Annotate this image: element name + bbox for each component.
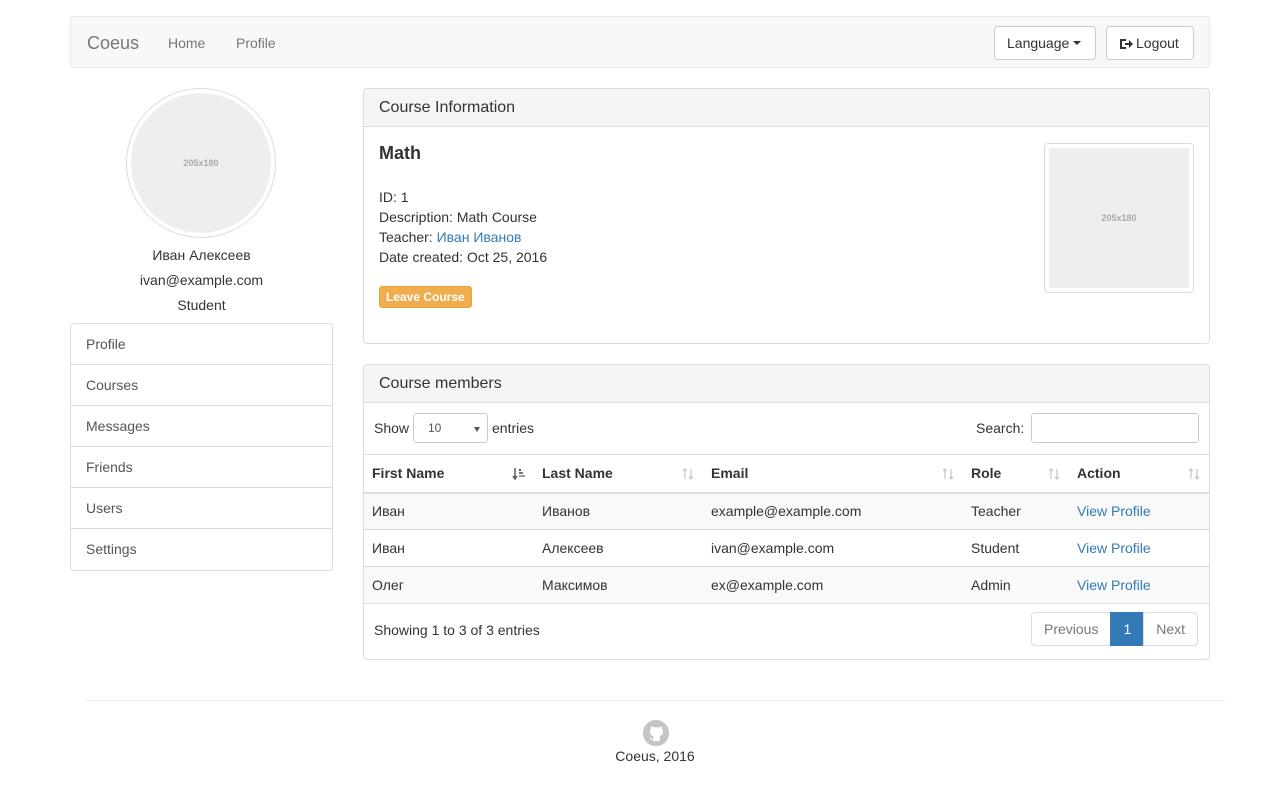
logout-button[interactable]: Logout	[1106, 26, 1194, 60]
course-id-value: 1	[400, 189, 409, 205]
user-role: Student	[177, 297, 226, 313]
view-profile-link[interactable]: View Profile	[1077, 540, 1151, 556]
column-header-label: Role	[971, 465, 1002, 482]
sidebar-menu: Profile Courses Messages Friends Users S…	[70, 323, 333, 571]
footer-divider	[85, 700, 1225, 701]
cell-action: View Profile	[1069, 529, 1209, 567]
table-info-text: Showing 1 to 3 of 3 entries	[374, 622, 540, 638]
sort-both-icon	[681, 467, 694, 481]
nav-home-link[interactable]: Home	[168, 35, 205, 51]
sort-both-icon	[941, 467, 954, 481]
avatar-placeholder: 205x180	[131, 93, 271, 233]
caret-down-icon	[1073, 41, 1082, 45]
logout-label: Logout	[1136, 35, 1179, 51]
course-date-value: Oct 25, 2016	[466, 249, 548, 265]
language-dropdown-button[interactable]: Language	[994, 26, 1096, 60]
page-length-select[interactable]: 10	[413, 413, 488, 443]
view-profile-link[interactable]: View Profile	[1077, 577, 1151, 593]
column-header-last-name[interactable]: Last Name	[534, 454, 703, 494]
members-table: First Name Last Name Email Role Action И…	[364, 454, 1209, 604]
pagination: Previous 1 Next	[1031, 612, 1199, 646]
course-teacher-line: Teacher: Иван Иванов	[379, 229, 521, 245]
cell-last-name: Иванов	[534, 492, 703, 530]
sort-both-icon	[1047, 467, 1060, 481]
cell-email: ivan@example.com	[703, 529, 963, 567]
language-label: Language	[1007, 35, 1070, 51]
github-icon[interactable]	[643, 720, 669, 746]
brand-link[interactable]: Coeus	[87, 33, 139, 54]
table-row: Иван Иванов example@example.com Teacher …	[364, 492, 1209, 530]
cell-first-name: Иван	[364, 492, 534, 530]
course-title: Math	[379, 143, 421, 163]
course-image: 205x180	[1044, 143, 1194, 293]
cell-role: Student	[963, 529, 1069, 567]
next-page-button[interactable]: Next	[1143, 612, 1199, 646]
table-header-row: First Name Last Name Email Role Action	[364, 454, 1209, 494]
search-input[interactable]	[1031, 413, 1199, 443]
sort-both-icon	[1187, 467, 1200, 481]
show-label: Show	[374, 420, 410, 436]
table-row: Иван Алексеев ivan@example.com Student V…	[364, 529, 1209, 567]
cell-role: Teacher	[963, 492, 1069, 530]
cell-role: Admin	[963, 566, 1069, 604]
column-header-action[interactable]: Action	[1069, 454, 1209, 494]
search-label: Search:	[976, 420, 1025, 436]
course-info-panel: Course Information Math ID: 1 Descriptio…	[363, 88, 1210, 344]
sidebar-item-friends[interactable]: Friends	[71, 447, 332, 488]
cell-last-name: Алексеев	[534, 529, 703, 567]
column-header-email[interactable]: Email	[703, 454, 963, 494]
sort-ascending-icon	[512, 467, 525, 481]
cell-last-name: Максимов	[534, 566, 703, 604]
course-image-placeholder: 205x180	[1049, 148, 1189, 288]
course-members-panel: Course members Show 10 entries Search: F…	[363, 364, 1210, 660]
user-name: Иван Алексеев	[152, 247, 251, 263]
cell-action: View Profile	[1069, 492, 1209, 530]
sidebar-item-profile[interactable]: Profile	[71, 324, 332, 365]
course-description-value: Math Course	[456, 209, 537, 225]
user-email: ivan@example.com	[139, 272, 264, 288]
page-1-button[interactable]: 1	[1110, 612, 1145, 646]
nav-profile-link[interactable]: Profile	[236, 35, 276, 51]
view-profile-link[interactable]: View Profile	[1077, 503, 1151, 519]
course-info-heading: Course Information	[364, 89, 1209, 127]
previous-page-button[interactable]: Previous	[1031, 612, 1112, 646]
sidebar-item-users[interactable]: Users	[71, 488, 332, 529]
select-arrow-icon	[474, 427, 480, 432]
course-teacher-label: Teacher:	[379, 229, 433, 245]
course-members-heading: Course members	[364, 365, 1209, 403]
avatar: 205x180	[126, 88, 276, 238]
cell-email: example@example.com	[703, 492, 963, 530]
table-row: Олег Максимов ex@example.com Admin View …	[364, 566, 1209, 604]
course-date-label: Date created:	[379, 249, 464, 265]
logout-icon	[1119, 37, 1133, 49]
column-header-label: First Name	[372, 465, 445, 482]
course-description-line: Description: Math Course	[379, 209, 537, 225]
course-id-line: ID: 1	[379, 189, 409, 205]
footer-text: Coeus, 2016	[615, 748, 695, 764]
top-navbar: Coeus Home Profile Language Logout	[70, 16, 1210, 68]
sidebar-item-settings[interactable]: Settings	[71, 529, 332, 570]
course-id-label: ID:	[379, 189, 397, 205]
teacher-link[interactable]: Иван Иванов	[437, 229, 522, 245]
cell-first-name: Иван	[364, 529, 534, 567]
sidebar-item-messages[interactable]: Messages	[71, 406, 332, 447]
page-length-value: 10	[428, 421, 442, 435]
column-header-role[interactable]: Role	[963, 454, 1069, 494]
leave-course-button[interactable]: Leave Course	[379, 286, 472, 308]
sidebar-item-courses[interactable]: Courses	[71, 365, 332, 406]
course-description-label: Description:	[379, 209, 453, 225]
course-date-line: Date created: Oct 25, 2016	[379, 249, 547, 265]
column-header-label: Action	[1077, 465, 1121, 482]
column-header-label: Email	[711, 465, 749, 482]
cell-action: View Profile	[1069, 566, 1209, 604]
cell-email: ex@example.com	[703, 566, 963, 604]
column-header-label: Last Name	[542, 465, 613, 482]
cell-first-name: Олег	[364, 566, 534, 604]
column-header-first-name[interactable]: First Name	[364, 454, 534, 494]
entries-label: entries	[492, 420, 535, 436]
